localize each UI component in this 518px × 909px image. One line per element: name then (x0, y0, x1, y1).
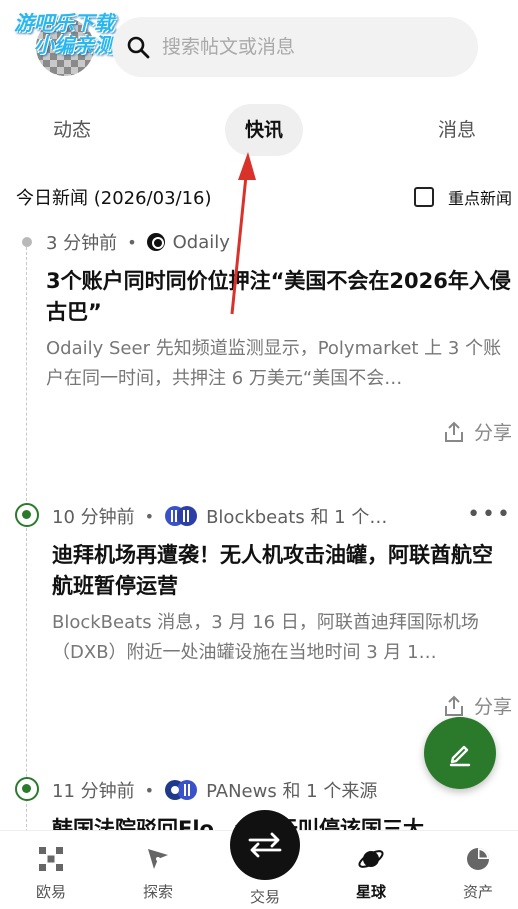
timeline-dot-active (15, 503, 39, 527)
meta-separator: • (127, 232, 137, 252)
news-source[interactable]: Blockbeats 和 1 个… (206, 503, 387, 529)
search-bar[interactable] (112, 17, 478, 77)
nav-label: 星球 (355, 883, 386, 901)
date-title: 今日新闻 (2026/03/16) (16, 188, 212, 209)
nav-planet[interactable]: 星球 (331, 839, 411, 902)
news-time: 11 分钟前 (52, 781, 135, 802)
key-news-label: 重点新闻 (447, 189, 512, 208)
compose-post-button[interactable] (424, 717, 496, 789)
odaily-logo-icon (146, 233, 165, 251)
tab-messages[interactable]: 消息 (425, 104, 489, 156)
nav-okx[interactable]: 欧易 (11, 839, 91, 902)
panews-logo-icon (165, 780, 198, 800)
news-headline[interactable]: 迪拜机场再遭袭！无人机攻击油罐，阿联酋航空航班暂停运营 (52, 540, 512, 602)
okx-logo-icon (39, 847, 63, 871)
share-label: 分享 (473, 422, 512, 444)
watermark-logo: 游吧乐下载 小编亲测 (14, 12, 114, 56)
share-label: 分享 (473, 696, 512, 718)
news-meta: 10 分钟前 • Blockbeats 和 1 个… (52, 502, 387, 530)
meta-separator: • (144, 780, 155, 800)
key-news-checkbox[interactable] (413, 187, 434, 207)
pie-chart-icon (467, 848, 489, 870)
search-input[interactable] (162, 36, 442, 58)
watermark-line-2: 小编亲测 (34, 33, 114, 57)
timeline-dot (22, 237, 32, 247)
news-time: 3 分钟前 (46, 233, 118, 254)
key-news-toggle[interactable]: 重点新闻 (413, 185, 512, 209)
news-meta: 11 分钟前 • PANews 和 1 个来源 (52, 776, 377, 804)
nav-label: 探索 (142, 883, 173, 901)
news-source[interactable]: PANews 和 1 个来源 (206, 777, 377, 803)
news-meta: 3 分钟前 • Odaily (46, 228, 230, 256)
trade-button[interactable] (230, 810, 300, 880)
swap-arrows-icon (248, 832, 282, 858)
news-filter-row: 今日新闻 (2026/03/16) 重点新闻 (16, 182, 512, 212)
more-options-icon[interactable]: ••• (467, 502, 512, 527)
nav-assets[interactable]: 资产 (438, 839, 518, 902)
pencil-icon (449, 745, 471, 767)
search-icon (127, 36, 150, 59)
news-summary[interactable]: Odaily Seer 先知频道监测显示，Polymarket 上 3 个账户在… (46, 334, 510, 394)
news-time: 10 分钟前 (52, 507, 135, 528)
timeline-dot-active (15, 777, 39, 801)
watermark-line-1: 游吧乐下载 (14, 11, 114, 35)
planet-icon (358, 850, 384, 868)
nav-label: 资产 (462, 883, 493, 901)
meta-separator: • (144, 506, 155, 526)
news-headline[interactable]: 3个账户同时同价位押注“美国不会在2026年入侵古巴” (46, 266, 512, 328)
nav-label-trade: 交易 (249, 888, 280, 906)
annotation-arrow-icon (230, 152, 256, 315)
nav-explore[interactable]: 探索 (118, 839, 198, 902)
share-button[interactable]: 分享 (442, 418, 512, 445)
news-item[interactable]: 10 分钟前 • Blockbeats 和 1 个… ••• 迪拜机场再遭袭！无… (0, 502, 518, 722)
tab-dynamic[interactable]: 动态 (40, 104, 104, 156)
compass-icon (148, 849, 168, 869)
nav-label: 欧易 (35, 883, 66, 901)
blockbeats-logo-icon (165, 506, 198, 526)
news-summary[interactable]: BlockBeats 消息，3 月 16 日，阿联酋迪拜国际机场（DXB）附近一… (52, 608, 512, 668)
share-button[interactable]: 分享 (442, 692, 512, 719)
share-icon (444, 421, 463, 442)
share-icon (444, 695, 463, 716)
